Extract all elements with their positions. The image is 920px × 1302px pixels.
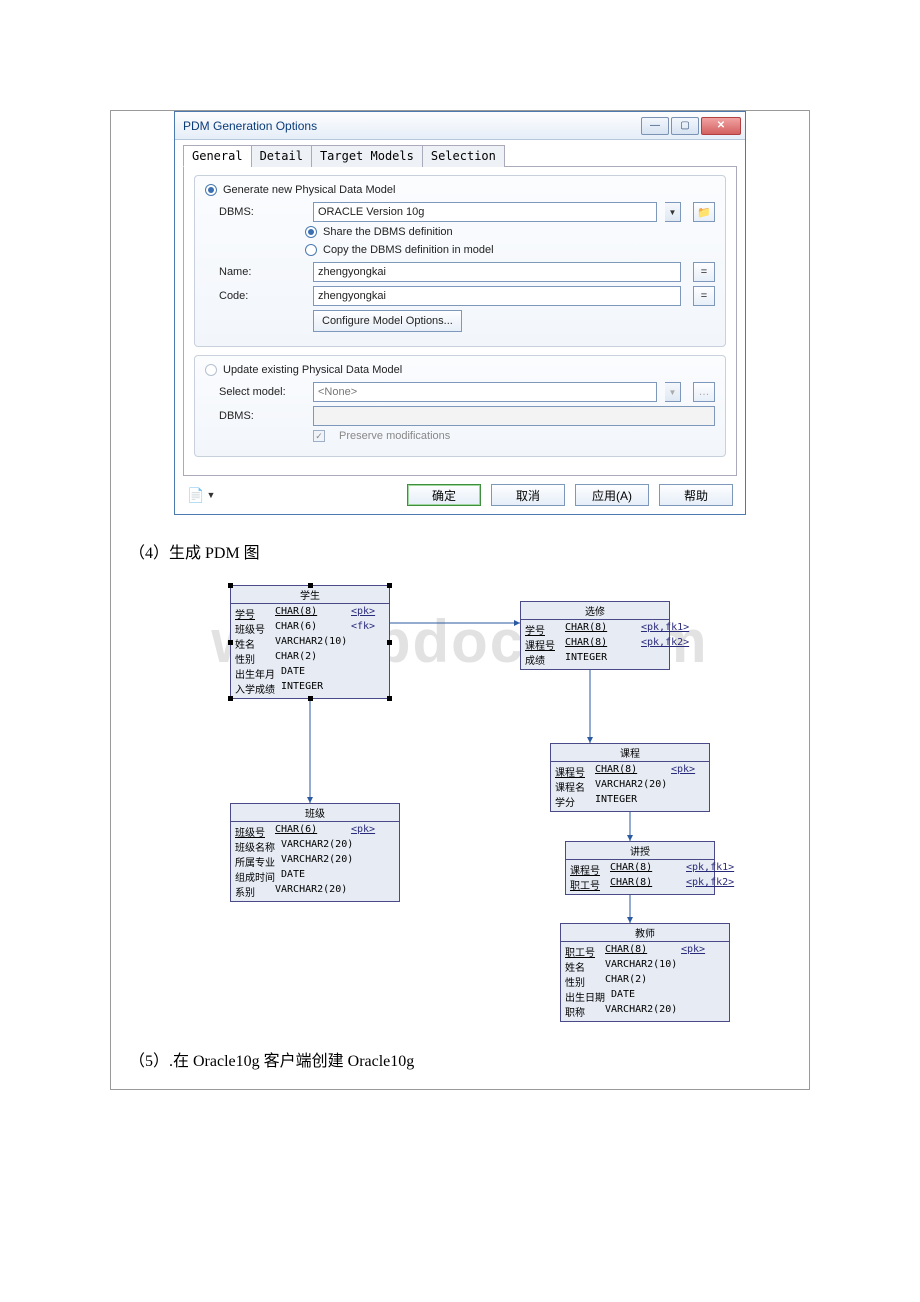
- group-generate: Generate new Physical Data Model DBMS: O…: [194, 175, 726, 347]
- preserve-label: Preserve modifications: [339, 430, 450, 442]
- entity-course[interactable]: 课程 课程号CHAR(8)<pk> 课程名VARCHAR2(20) 学分INTE…: [550, 743, 710, 812]
- radio-copy-label: Copy the DBMS definition in model: [323, 244, 494, 256]
- chevron-down-icon: ▼: [206, 490, 215, 500]
- dialog-body: General Detail Target Models Selection G…: [175, 140, 745, 514]
- apply-button[interactable]: 应用(A): [575, 484, 649, 506]
- name-equal-button[interactable]: =: [693, 262, 715, 282]
- row-configure: Configure Model Options...: [219, 310, 715, 332]
- dbms2-input: [313, 406, 715, 426]
- radio-icon: [205, 184, 217, 196]
- preserve-checkbox: ✓: [313, 430, 325, 442]
- radio-share-label: Share the DBMS definition: [323, 226, 453, 238]
- dialog-button-row: 📄 ▼ 确定 取消 应用(A) 帮助: [183, 476, 737, 508]
- page-container: PDM Generation Options — ▢ ✕ General Det…: [110, 110, 810, 1090]
- pdm-diagram: www.bdocx.com 学生 学号CHAR: [180, 573, 740, 1023]
- group-update: Update existing Physical Data Model Sele…: [194, 355, 726, 457]
- entity-title: 学生: [231, 586, 389, 604]
- options-icon: 📄: [187, 487, 204, 504]
- select-model-label: Select model:: [219, 386, 305, 398]
- radio-icon: [305, 244, 317, 256]
- entity-title: 讲授: [566, 842, 714, 860]
- radio-share-dbms[interactable]: Share the DBMS definition: [305, 226, 715, 238]
- entity-title: 教师: [561, 924, 729, 942]
- cancel-button[interactable]: 取消: [491, 484, 565, 506]
- entity-body: 课程号CHAR(8)<pk,fk1> 职工号CHAR(8)<pk,fk2>: [566, 860, 714, 894]
- tab-general[interactable]: General: [183, 145, 252, 167]
- ok-button[interactable]: 确定: [407, 484, 481, 506]
- row-dbms2: DBMS:: [219, 406, 715, 426]
- pdm-dialog: PDM Generation Options — ▢ ✕ General Det…: [174, 111, 746, 515]
- radio-copy-dbms[interactable]: Copy the DBMS definition in model: [305, 244, 715, 256]
- entity-teacher[interactable]: 教师 职工号CHAR(8)<pk> 姓名VARCHAR2(10) 性别CHAR(…: [560, 923, 730, 1022]
- select-model-dropdown-icon: ▼: [665, 382, 681, 402]
- entity-student[interactable]: 学生 学号CHAR(8)<pk> 班级号CHAR(6)<fk> 姓名VARCHA…: [230, 585, 390, 699]
- radio-generate-new[interactable]: Generate new Physical Data Model: [205, 184, 715, 196]
- entity-title: 班级: [231, 804, 399, 822]
- dbms-label: DBMS:: [219, 206, 305, 218]
- entity-body: 学号CHAR(8)<pk> 班级号CHAR(6)<fk> 姓名VARCHAR2(…: [231, 604, 389, 698]
- entity-title: 选修: [521, 602, 669, 620]
- dialog-title: PDM Generation Options: [183, 119, 641, 133]
- tab-selection[interactable]: Selection: [422, 145, 505, 167]
- close-button[interactable]: ✕: [701, 117, 741, 135]
- radio-generate-label: Generate new Physical Data Model: [223, 184, 395, 196]
- row-code: Code: zhengyongkai =: [219, 286, 715, 306]
- maximize-button[interactable]: ▢: [671, 117, 699, 135]
- entity-body: 职工号CHAR(8)<pk> 姓名VARCHAR2(10) 性别CHAR(2) …: [561, 942, 729, 1021]
- options-menu[interactable]: 📄 ▼: [187, 487, 215, 504]
- dbms-browse-button[interactable]: 📁: [693, 202, 715, 222]
- tabstrip: General Detail Target Models Selection: [183, 144, 737, 167]
- name-label: Name:: [219, 266, 305, 278]
- entity-title: 课程: [551, 744, 709, 762]
- dbms2-label: DBMS:: [219, 410, 305, 422]
- code-equal-button[interactable]: =: [693, 286, 715, 306]
- entity-body: 班级号CHAR(6)<pk> 班级名称VARCHAR2(20) 所属专业VARC…: [231, 822, 399, 901]
- radio-update-existing[interactable]: Update existing Physical Data Model: [205, 364, 715, 376]
- entity-body: 学号CHAR(8)<pk,fk1> 课程号CHAR(8)<pk,fk2> 成绩I…: [521, 620, 669, 669]
- dbms-dropdown-icon[interactable]: ▼: [665, 202, 681, 222]
- row-select-model: Select model: <None> ▼ …: [219, 382, 715, 402]
- entity-body: 课程号CHAR(8)<pk> 课程名VARCHAR2(20) 学分INTEGER: [551, 762, 709, 811]
- window-buttons: — ▢ ✕: [641, 117, 741, 135]
- help-button[interactable]: 帮助: [659, 484, 733, 506]
- radio-icon: [305, 226, 317, 238]
- panel-general: Generate new Physical Data Model DBMS: O…: [183, 167, 737, 476]
- dbms-select[interactable]: ORACLE Version 10g: [313, 202, 657, 222]
- select-model-browse-button: …: [693, 382, 715, 402]
- minimize-button[interactable]: —: [641, 117, 669, 135]
- caption-step4: （4）生成 PDM 图: [129, 539, 809, 563]
- configure-button[interactable]: Configure Model Options...: [313, 310, 462, 332]
- entity-xuanxiu[interactable]: 选修 学号CHAR(8)<pk,fk1> 课程号CHAR(8)<pk,fk2> …: [520, 601, 670, 670]
- entity-jiangshou[interactable]: 讲授 课程号CHAR(8)<pk,fk1> 职工号CHAR(8)<pk,fk2>: [565, 841, 715, 895]
- code-input[interactable]: zhengyongkai: [313, 286, 681, 306]
- name-input[interactable]: zhengyongkai: [313, 262, 681, 282]
- code-label: Code:: [219, 290, 305, 302]
- row-dbms: DBMS: ORACLE Version 10g ▼ 📁: [219, 202, 715, 222]
- entity-banji[interactable]: 班级 班级号CHAR(6)<pk> 班级名称VARCHAR2(20) 所属专业V…: [230, 803, 400, 902]
- tab-target-models[interactable]: Target Models: [311, 145, 423, 167]
- row-preserve: ✓ Preserve modifications: [219, 430, 715, 442]
- caption-step5: （5）.在 Oracle10g 客户端创建 Oracle10g: [129, 1047, 809, 1071]
- row-name: Name: zhengyongkai =: [219, 262, 715, 282]
- titlebar: PDM Generation Options — ▢ ✕: [175, 112, 745, 140]
- tab-detail[interactable]: Detail: [251, 145, 312, 167]
- radio-icon: [205, 364, 217, 376]
- radio-update-label: Update existing Physical Data Model: [223, 364, 402, 376]
- select-model-input[interactable]: <None>: [313, 382, 657, 402]
